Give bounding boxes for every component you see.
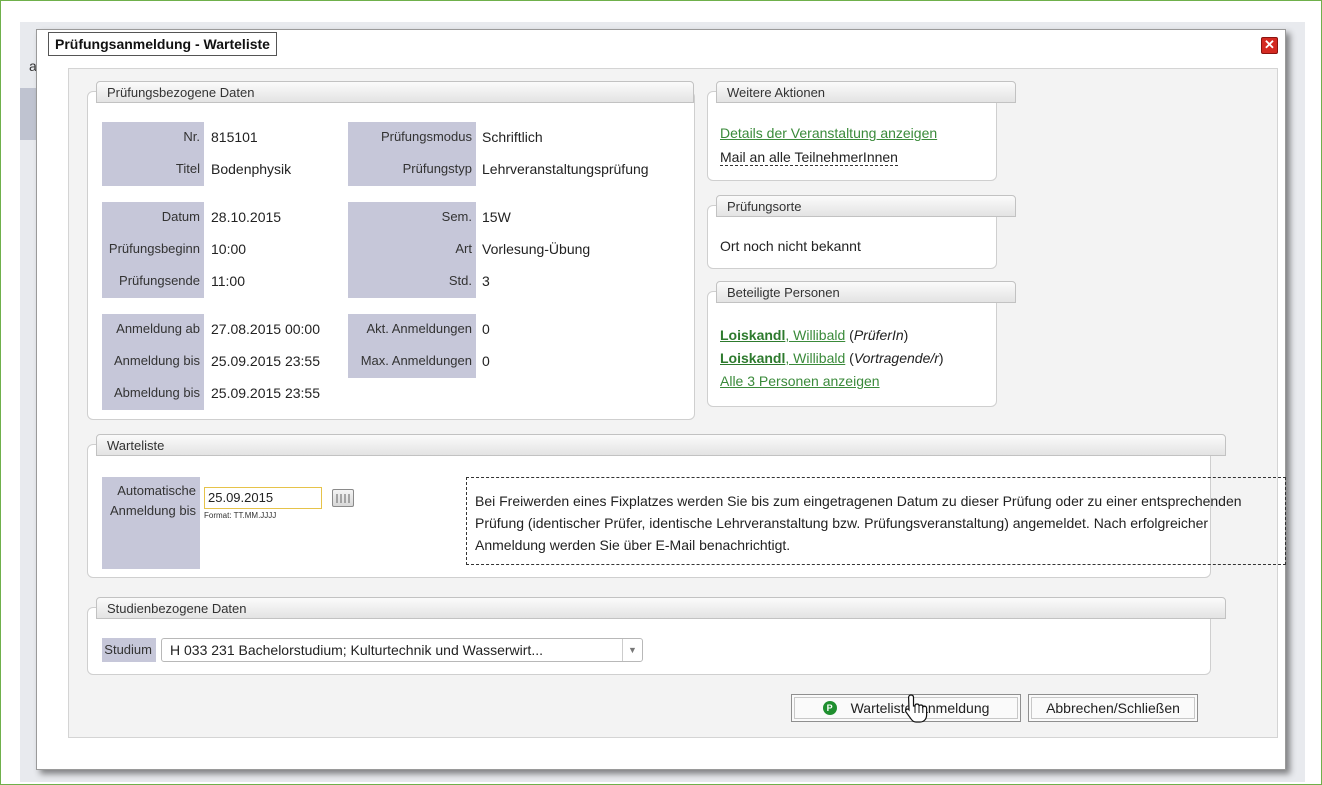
orte-panel: Prüfungsorte Ort noch nicht bekannt — [707, 195, 1016, 269]
personen-legend: Beteiligte Personen — [716, 281, 1016, 303]
max-anmeldungen-label: Max. Anmeldungen — [360, 353, 472, 368]
typ-label: Prüfungstyp — [402, 161, 472, 176]
hand-cursor-icon — [905, 694, 928, 723]
studium-select[interactable]: H 033 231 Bachelorstudium; Kulturtechnik… — [161, 638, 643, 662]
details-link[interactable]: Details der Veranstaltung anzeigen — [720, 125, 937, 141]
person-surname-link[interactable]: Loiskandl — [720, 327, 785, 343]
titel-label: Titel — [175, 161, 200, 176]
abmeldung-bis-label: Abmeldung bis — [114, 385, 200, 400]
chevron-down-icon[interactable]: ▼ — [622, 639, 642, 661]
anmeldung-ab-value: 27.08.2015 00:00 — [211, 321, 320, 337]
orte-legend: Prüfungsorte — [716, 195, 1016, 217]
pruefungsdaten-panel: Prüfungsbezogene Daten Nr. Titel 815101 … — [87, 81, 695, 420]
button-inner-border — [1031, 697, 1195, 719]
person-surname-link[interactable]: Loiskandl — [720, 350, 785, 366]
studien-panel: Studienbezogene Daten Studium H 033 231 … — [87, 597, 1226, 675]
typ-value: Lehrveranstaltungsprüfung — [482, 161, 649, 177]
person-item: Loiskandl, Willibald (PrüferIn) — [720, 327, 909, 343]
abbrechen-schliessen-button[interactable]: Abbrechen/Schließen — [1028, 694, 1198, 722]
close-icon[interactable]: ✕ — [1261, 37, 1278, 54]
person-firstname-link[interactable]: , Willibald — [785, 350, 845, 366]
orte-text: Ort noch nicht bekannt — [720, 238, 861, 254]
anmeldung-bis-label: Anmeldung bis — [114, 353, 200, 368]
dialog-title: Prüfungsanmeldung - Warteliste — [48, 32, 277, 56]
beginn-value: 10:00 — [211, 241, 247, 257]
sem-value: 15W — [482, 209, 511, 225]
ende-value: 11:00 — [211, 273, 245, 289]
label-block-anmeldung: Anmeldung ab Anmeldung bis Abmeldung bis — [102, 314, 204, 410]
beginn-label: Prüfungsbeginn — [108, 241, 200, 256]
modus-value: Schriftlich — [482, 129, 543, 145]
datum-label: Datum — [161, 209, 200, 224]
anmeldung-ab-label: Anmeldung ab — [116, 321, 200, 336]
ende-label: Prüfungsende — [119, 273, 200, 288]
studium-label-block: Studium — [102, 638, 156, 662]
warteliste-legend: Warteliste — [96, 434, 1226, 456]
akt-anmeldungen-label: Akt. Anmeldungen — [366, 321, 472, 336]
art-label: Art — [455, 241, 472, 256]
studium-selected-value: H 033 231 Bachelorstudium; Kulturtechnik… — [170, 642, 543, 658]
person-firstname-link[interactable]: , Willibald — [785, 327, 845, 343]
calendar-icon[interactable] — [332, 489, 354, 507]
warteliste-label-block: Automatische Anmeldung bis — [102, 477, 200, 569]
person-item: Loiskandl, Willibald (Vortragende/r) — [720, 350, 944, 366]
titel-value: Bodenphysik — [211, 161, 292, 177]
label-block-modus-typ: Prüfungsmodus Prüfungstyp — [348, 122, 476, 186]
aktionen-panel: Weitere Aktionen Details der Veranstaltu… — [707, 81, 1016, 181]
studium-label: Studium — [104, 642, 152, 657]
sem-label: Sem. — [441, 209, 472, 224]
alle-personen-link[interactable]: Alle 3 Personen anzeigen — [720, 373, 880, 389]
std-label: Std. — [448, 273, 472, 288]
label-block-sem: Sem. Art Std. — [348, 202, 476, 298]
dialog-content: Prüfungsbezogene Daten Nr. Titel 815101 … — [68, 68, 1286, 738]
datum-value: 28.10.2015 — [211, 209, 282, 225]
label-block-nr-titel: Nr. Titel — [102, 122, 204, 186]
person-role: PrüferIn — [853, 327, 904, 343]
warteliste-panel: Warteliste Automatische Anmeldung bis 25… — [87, 434, 1286, 578]
max-anmeldungen-value: 0 — [482, 353, 490, 369]
nr-value: 815101 — [211, 129, 258, 145]
automatische-label: Automatische — [117, 483, 196, 498]
label-block-anmeldungen: Akt. Anmeldungen Max. Anmeldungen — [348, 314, 476, 378]
akt-anmeldungen-value: 0 — [482, 321, 490, 337]
warteliste-info-text: Bei Freiwerden eines Fixplatzes werden S… — [466, 477, 1286, 565]
person-role: Vortragende/r — [853, 350, 939, 366]
nr-label: Nr. — [183, 129, 200, 144]
abmeldung-bis-value: 25.09.2015 23:55 — [211, 385, 320, 401]
aktionen-legend: Weitere Aktionen — [716, 81, 1016, 103]
label-block-datum: Datum Prüfungsbeginn Prüfungsende — [102, 202, 204, 298]
std-value: 3 — [482, 273, 490, 289]
date-format-hint: Format: TT.MM.JJJJ — [204, 511, 277, 520]
anmeldung-bis-date-input[interactable]: 25.09.2015 — [204, 487, 322, 509]
personen-panel: Beteiligte Personen Loiskandl, Willibald… — [707, 281, 1016, 407]
pruefungsdaten-legend: Prüfungsbezogene Daten — [96, 81, 694, 103]
anmeldung-bis-value: 25.09.2015 23:55 — [211, 353, 320, 369]
modus-label: Prüfungsmodus — [380, 129, 472, 144]
warteliste-dialog: Prüfungsanmeldung - Warteliste ✕ Prüfung… — [36, 29, 1286, 770]
anmeldung-bis-label: Anmeldung bis — [110, 503, 196, 518]
mail-link[interactable]: Mail an alle TeilnehmerInnen — [720, 149, 898, 166]
studien-legend: Studienbezogene Daten — [96, 597, 1226, 619]
art-value: Vorlesung-Übung — [482, 241, 591, 257]
